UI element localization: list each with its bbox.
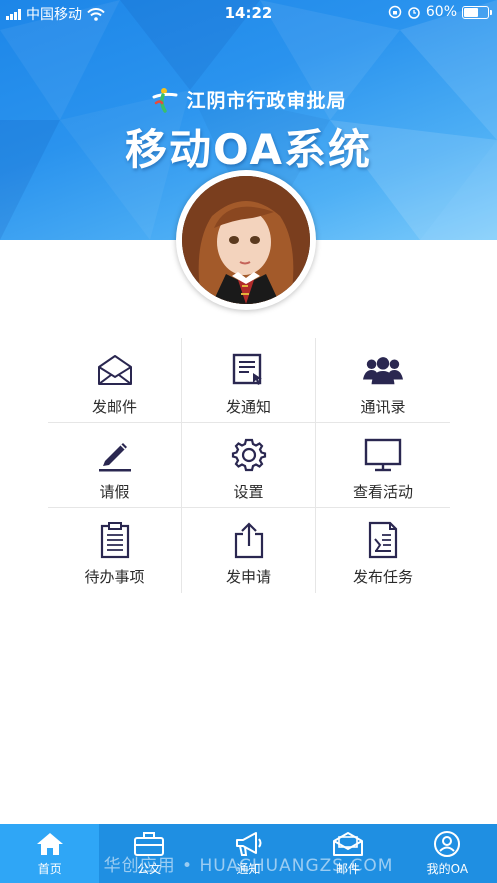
menu-item-contacts[interactable]: 通讯录 <box>316 338 450 423</box>
menu-item-label: 发通知 <box>225 398 271 416</box>
tab-label: 邮件 <box>335 862 360 876</box>
menu-item-label: 待办事项 <box>84 568 145 586</box>
alarm-icon <box>408 7 420 19</box>
tab-documents[interactable]: 公文 <box>99 824 198 883</box>
megaphone-icon <box>235 832 262 856</box>
mail-icon <box>332 832 363 856</box>
menu-item-label: 发布任务 <box>352 568 413 586</box>
tab-notices[interactable]: 通知 <box>199 824 298 883</box>
function-grid: 发邮件 发通知 通讯录 请假 设置 查看活动 待办事项 发申请 发布任务 <box>48 338 450 593</box>
status-bar: 中国移动 14:22 60% <box>0 0 497 26</box>
clipboard-icon <box>100 522 129 559</box>
user-avatar[interactable] <box>176 170 316 310</box>
menu-item-label: 发邮件 <box>91 398 137 416</box>
battery-percent: 60% <box>425 4 457 20</box>
menu-item-leave-request[interactable]: 请假 <box>48 423 182 508</box>
tab-label: 公文 <box>137 862 162 876</box>
organization-line: 江阴市行政审批局 <box>0 86 497 113</box>
contacts-group-icon <box>363 357 403 385</box>
task-document-icon <box>368 521 398 559</box>
briefcase-icon <box>134 832 165 856</box>
rotation-lock-icon <box>388 5 402 19</box>
bottom-tab-bar: 首页 公文 通知 邮件 我的OA <box>0 824 497 883</box>
menu-item-settings[interactable]: 设置 <box>182 423 316 508</box>
tab-home[interactable]: 首页 <box>0 824 100 883</box>
menu-item-label: 发申请 <box>225 568 271 586</box>
share-upload-icon <box>234 522 263 559</box>
menu-item-label: 设置 <box>233 483 264 501</box>
menu-item-view-activities[interactable]: 查看活动 <box>316 423 450 508</box>
tab-label: 首页 <box>37 862 62 876</box>
tab-label: 通知 <box>236 862 261 876</box>
menu-item-send-application[interactable]: 发申请 <box>182 508 316 593</box>
user-icon <box>434 831 461 857</box>
envelope-icon <box>97 355 132 385</box>
menu-item-label: 查看活动 <box>352 483 413 501</box>
organization-logo-icon <box>152 87 178 113</box>
monitor-icon <box>364 438 402 472</box>
battery-icon <box>462 5 492 19</box>
menu-item-send-mail[interactable]: 发邮件 <box>48 338 182 423</box>
app-title: 移动OA系统 <box>124 125 373 174</box>
home-icon <box>36 833 63 855</box>
tab-my-oa[interactable]: 我的OA <box>398 824 497 883</box>
menu-item-label: 通讯录 <box>360 398 406 416</box>
menu-item-send-notice[interactable]: 发通知 <box>182 338 316 423</box>
pencil-icon <box>98 443 131 472</box>
menu-item-todo[interactable]: 待办事项 <box>48 508 182 593</box>
organization-name: 江阴市行政审批局 <box>186 90 347 112</box>
avatar-portrait-image <box>182 176 310 304</box>
tab-label: 我的OA <box>426 862 469 876</box>
menu-item-publish-task[interactable]: 发布任务 <box>316 508 450 593</box>
notice-document-icon <box>232 353 262 385</box>
menu-item-label: 请假 <box>99 483 130 501</box>
gear-icon <box>231 438 266 472</box>
tab-mail[interactable]: 邮件 <box>298 824 397 883</box>
